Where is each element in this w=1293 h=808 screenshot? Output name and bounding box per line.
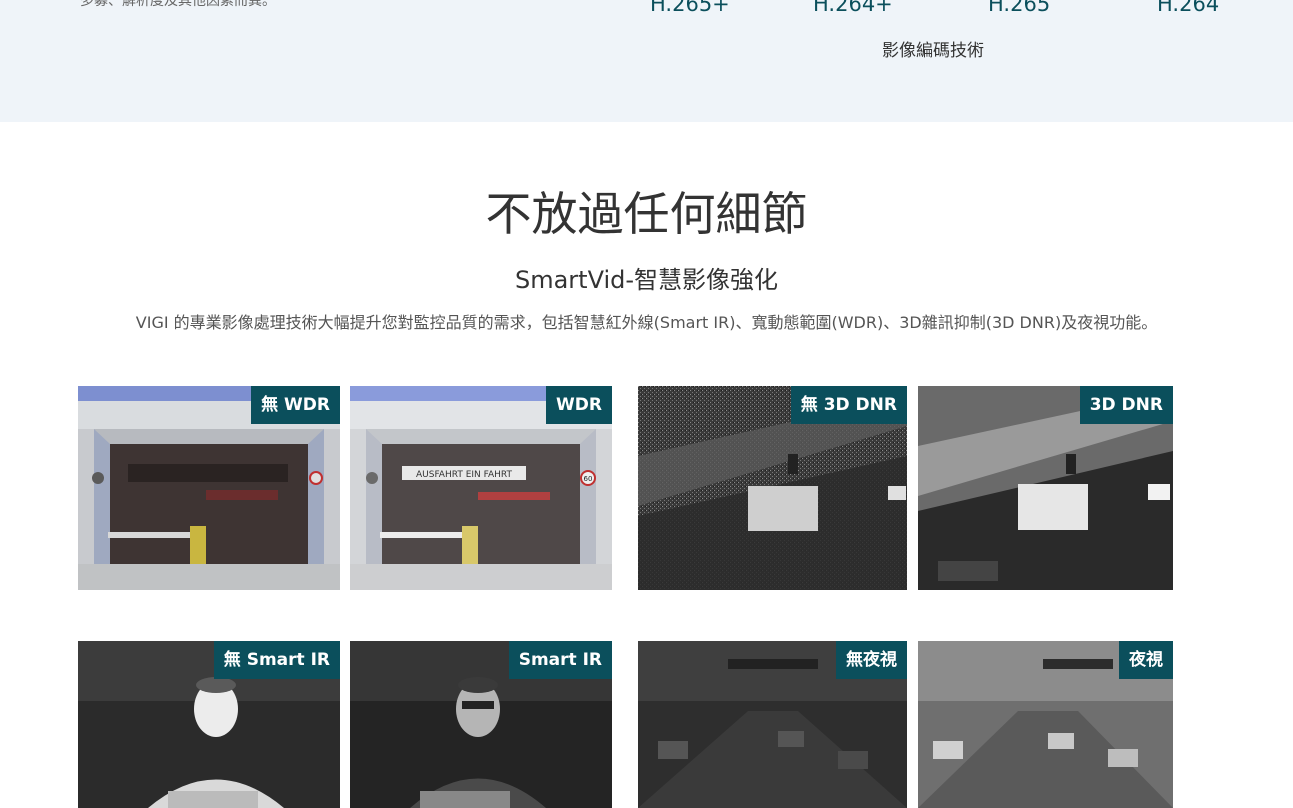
section-title: 不放過任何細節 bbox=[485, 187, 808, 241]
smart-ir-off-image: 無 Smart IR bbox=[78, 641, 340, 808]
wdr-on-image: AUSFAHRT EIN FAHRT 60 WDR bbox=[350, 386, 612, 590]
night-on-image: 夜視 bbox=[918, 641, 1173, 808]
codec-h264plus: H.264+ bbox=[813, 0, 893, 16]
garage-sign-text: AUSFAHRT EIN FAHRT bbox=[416, 470, 512, 480]
smart-ir-on-badge: Smart IR bbox=[508, 641, 612, 679]
speed-sign-text: 60 bbox=[584, 475, 593, 483]
wdr-off-image: 無 WDR bbox=[78, 386, 340, 590]
codec-h264: H.264 bbox=[1157, 0, 1220, 16]
codec-h265plus: H.265+ bbox=[650, 0, 730, 16]
dnr-on-image: 3D DNR bbox=[918, 386, 1173, 590]
wdr-off-badge: 無 WDR bbox=[251, 386, 340, 424]
codec-section: 多募、解析度及其他因素而異。 H.265+ H.264+ H.265 H.264… bbox=[0, 0, 1293, 122]
dnr-on-badge: 3D DNR bbox=[1079, 386, 1173, 424]
codec-h265: H.265 bbox=[988, 0, 1051, 16]
night-off-badge: 無夜視 bbox=[836, 641, 907, 679]
codec-description: 多募、解析度及其他因素而異。 bbox=[80, 0, 276, 9]
night-off-image: 無夜視 bbox=[638, 641, 907, 808]
wdr-on-badge: WDR bbox=[546, 386, 612, 424]
codec-caption: 影像編碼技術 bbox=[882, 41, 984, 61]
smart-ir-on-image: Smart IR bbox=[350, 641, 612, 808]
dnr-off-image: 無 3D DNR bbox=[638, 386, 907, 590]
night-on-badge: 夜視 bbox=[1119, 641, 1173, 679]
section-subtitle: SmartVid-智慧影像強化 bbox=[514, 266, 779, 294]
section-description: VIGI 的專業影像處理技術大幅提升您對監控品質的需求，包括智慧紅外線(Smar… bbox=[135, 313, 1158, 332]
smart-ir-off-badge: 無 Smart IR bbox=[213, 641, 340, 679]
dnr-off-badge: 無 3D DNR bbox=[790, 386, 907, 424]
